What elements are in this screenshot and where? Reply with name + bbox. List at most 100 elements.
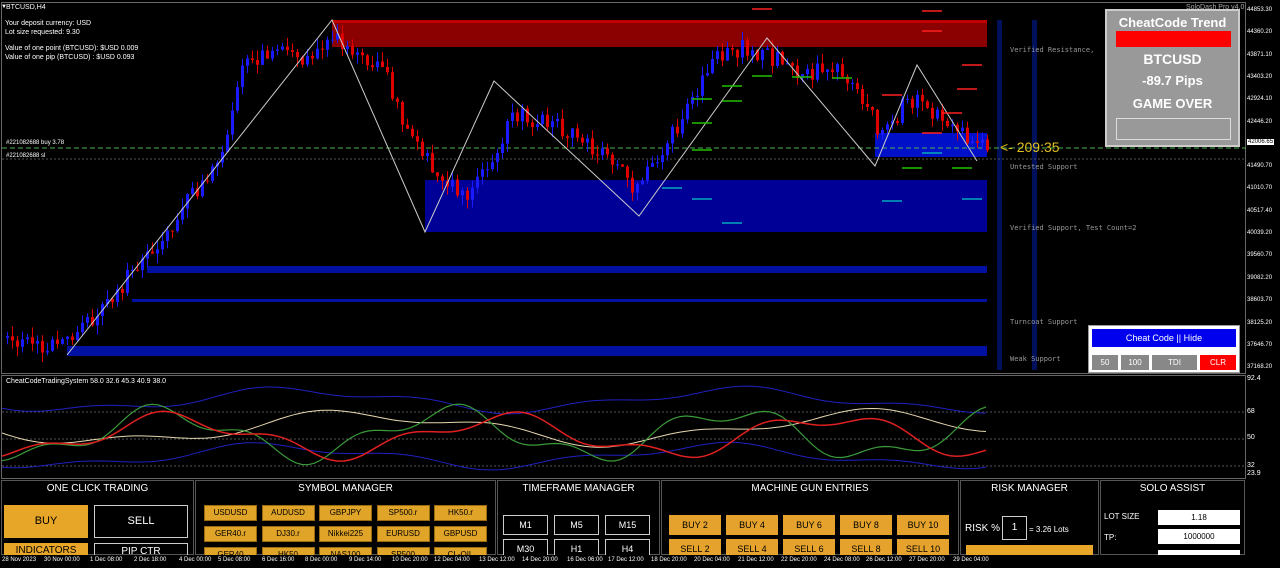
time-tick: 26 Dec 12:00 [866,557,902,563]
candle-body [366,55,369,66]
price-tick: 43871.10 [1247,52,1273,58]
price-tick: 40517.40 [1247,208,1273,214]
candle-body [321,48,324,50]
open-trade-label[interactable]: #221082688 buy 3.78 [6,140,64,146]
clr-button[interactable]: CLR [1200,355,1236,370]
main-chart[interactable]: BTCUSD,H4 ▼ SoloDash Pro v4.0 Your depos… [1,2,1246,374]
price-tick: 39560.70 [1247,252,1273,258]
price-tick: 43403.20 [1247,74,1273,80]
symbol-button[interactable]: AUDUSD [261,505,315,521]
candle-body [376,61,379,68]
tdi-button[interactable]: TDI [1152,355,1197,370]
trend-symbol: BTCUSD [1143,51,1202,67]
time-tick: 10 Dec 20:00 [392,557,428,563]
symbol-button[interactable]: EURUSD [376,526,430,542]
candle-body [541,114,544,125]
candle-body [451,179,454,187]
weak-support-zone [67,346,987,356]
price-axis: 44853.30 44360.20 43871.10 43403.20 42924.10… [1246,2,1280,374]
risk-input[interactable]: 1 [1002,516,1027,540]
symbol-button[interactable]: GBPJPY [319,505,372,521]
candle-body [486,169,489,171]
indicator-pane[interactable]: CheatCodeTradingSystem 58.0 32.6 45.3 40… [1,375,1246,479]
candle-body [871,107,874,110]
candle-body [966,127,969,144]
candle-body [51,339,54,351]
machine-gun-buy-button[interactable]: BUY 8 [840,515,892,535]
trend-color-bar [1116,31,1231,47]
candle-body [911,98,914,108]
symbol-button[interactable]: Nikkei225 [319,526,372,542]
lot-size-requested: Lot size requested: 9.30 [5,29,80,36]
candle-body [601,148,604,156]
candle-body [241,65,244,88]
timeframe-button[interactable]: M1 [503,515,548,535]
symbol-button[interactable]: GER40.r [204,526,257,542]
machine-gun-sell-button[interactable]: SELL 10 [897,539,949,555]
symbol-button[interactable]: DJ30.r [261,526,315,542]
candle-body [516,112,519,122]
candle-body [226,134,229,152]
candle-body [126,270,129,293]
machine-gun-sell-button[interactable]: SELL 8 [840,539,892,555]
candle-body [466,190,469,200]
machine-gun-buy-button[interactable]: BUY 6 [783,515,835,535]
time-tick: 14 Dec 20:00 [522,557,558,563]
candle-body [246,58,249,66]
candle-body [401,101,404,125]
turncoat-support-label: Turncoat Support [1010,318,1078,326]
untested-support-label: Untested Support [1010,163,1078,171]
candle-body [31,337,34,344]
candle-body [671,126,674,144]
price-tick: 37646.70 [1247,342,1273,348]
price-tick: 41490.70 [1247,163,1273,169]
candle-body [491,162,494,170]
tp-field[interactable]: 1000000 [1158,529,1240,544]
candle-body [356,52,359,55]
dropdown-arrow-icon[interactable]: ▼ [1,4,7,10]
candle-body [931,107,934,119]
button-50[interactable]: 50 [1092,355,1118,370]
candle-body [876,109,879,135]
sell-button[interactable]: SELL [94,505,188,538]
symbol-button[interactable]: HK50.r [434,505,487,521]
machine-gun-sell-button[interactable]: SELL 6 [783,539,835,555]
timeframe-button[interactable]: M15 [605,515,650,535]
candle-body [556,118,559,122]
machine-gun-sell-button[interactable]: SELL 4 [726,539,778,555]
symbol-button[interactable]: USDUSD [204,505,257,521]
verified-resistance-label: Verified Resistance, [1010,46,1095,54]
machine-gun-buy-button[interactable]: BUY 10 [897,515,949,535]
buy-button[interactable]: BUY [4,505,88,538]
symbol-button[interactable]: GBPUSD [434,526,487,542]
machine-gun-sell-button[interactable]: SELL 2 [669,539,721,555]
price-tick: 42446.20 [1247,119,1273,125]
machine-gun-buy-button[interactable]: BUY 4 [726,515,778,535]
machine-gun-buy-button[interactable]: BUY 2 [669,515,721,535]
time-tick: 4 Dec 00:00 [179,557,212,563]
candle-body [36,341,39,344]
candle-body [761,49,764,61]
upper-band [2,385,987,415]
trend-empty-field [1116,118,1231,140]
time-tick: 6 Dec 16:00 [262,557,295,563]
stop-loss-label[interactable]: #221082688 sl [6,153,45,159]
timeframe-button[interactable]: M5 [554,515,599,535]
candle-body [121,288,124,293]
lot-size-field[interactable]: 1.18 [1158,510,1240,525]
price-tick: 41010.70 [1247,185,1273,191]
symbol-button[interactable]: SP500.r [376,505,430,521]
verified-support-zone [425,180,987,232]
cheatcode-hide-button[interactable]: Cheat Code || Hide [1092,329,1236,347]
symbol-manager-title: SYMBOL MANAGER [298,483,393,494]
deposit-currency: Your deposit currency: USD [5,20,92,27]
candle-body [651,163,654,167]
ind-axis-32: 32 [1247,462,1255,469]
button-100[interactable]: 100 [1121,355,1149,370]
candle-body [656,162,659,164]
candle-body [436,172,439,177]
candle-body [586,138,589,143]
candle-body [531,122,534,127]
candle-body [456,179,459,196]
candle-body [831,69,834,73]
